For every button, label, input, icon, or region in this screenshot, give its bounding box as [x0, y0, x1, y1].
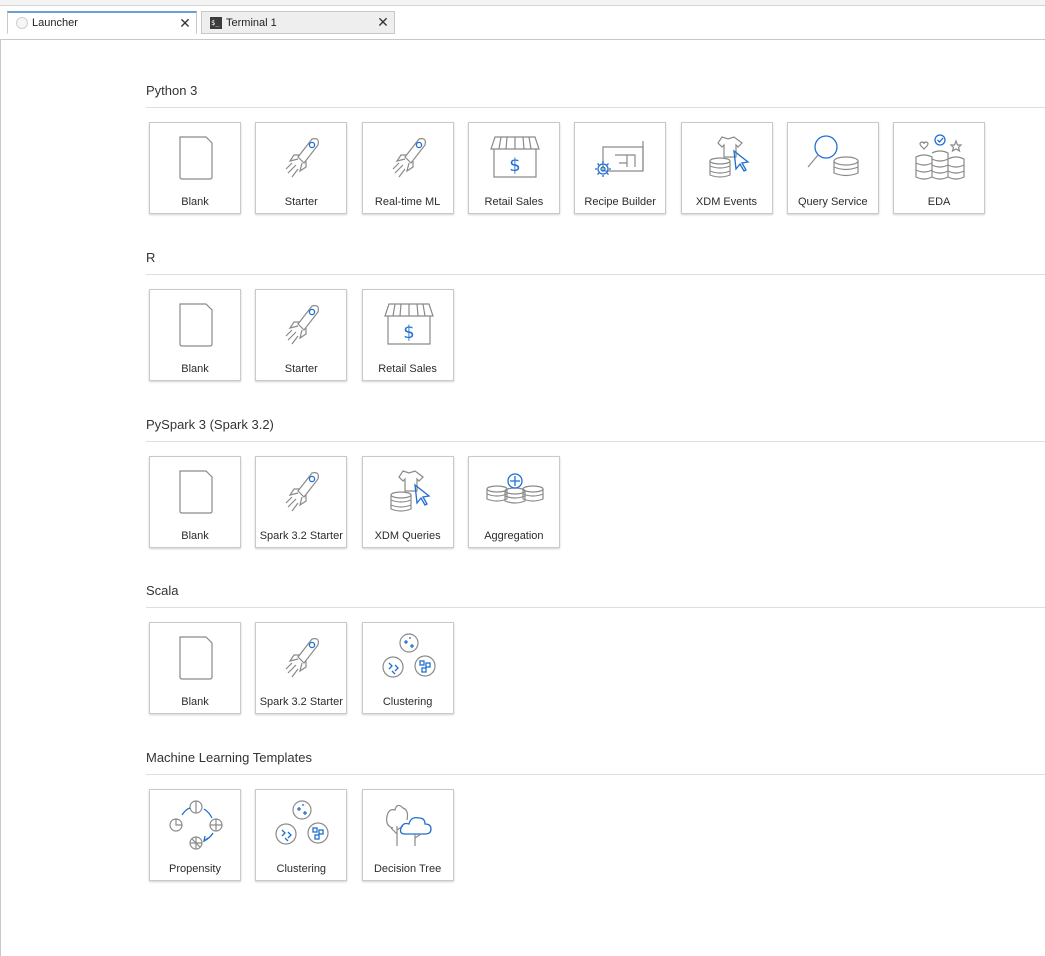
- rocket-icon: [272, 133, 332, 183]
- close-icon[interactable]: ✕: [174, 15, 196, 32]
- card-label: Recipe Builder: [584, 196, 656, 208]
- tab-bar: Launcher ✕ $_ Terminal 1 ✕: [0, 6, 1045, 40]
- rocket-icon: [379, 133, 439, 183]
- magnifier-data-icon: [804, 133, 864, 183]
- launcher-card-retail-sales[interactable]: $ Retail Sales: [467, 122, 560, 214]
- launcher-card-retail-sales[interactable]: $ Retail Sales: [361, 289, 454, 381]
- card-label: Real-time ML: [374, 196, 441, 208]
- section-title: R: [146, 250, 156, 265]
- launcher-section: Python 3 Blank Starter Real-time ML $ Re…: [146, 81, 1045, 221]
- clustering-icon: [272, 800, 332, 850]
- section-divider: [146, 607, 1045, 608]
- card-label: Starter: [284, 363, 318, 375]
- card-label: Clustering: [276, 863, 327, 875]
- svg-text:$: $: [509, 155, 520, 176]
- section-divider: [146, 441, 1045, 442]
- launcher-card-blank[interactable]: Blank: [149, 622, 241, 714]
- launcher-section: Scala Blank Spark 3.2 Starter Clustering: [146, 581, 1045, 721]
- blank-notebook-icon: [166, 467, 226, 517]
- launcher-card-blank[interactable]: Blank: [149, 122, 241, 214]
- coins-check-icon: [910, 133, 970, 183]
- card-label: Blank: [181, 696, 209, 708]
- launcher-card-blank[interactable]: Blank: [149, 456, 241, 548]
- coins-plus-icon: [485, 467, 545, 517]
- rocket-icon: [272, 300, 332, 350]
- card-label: Blank: [181, 196, 209, 208]
- tab-launcher[interactable]: Launcher ✕: [7, 11, 197, 34]
- card-label: Spark 3.2 Starter: [259, 530, 343, 542]
- blank-notebook-icon: [166, 300, 226, 350]
- launcher-icon: [16, 17, 28, 29]
- rocket-icon: [272, 467, 332, 517]
- rocket-icon: [272, 633, 332, 683]
- terminal-icon: $_: [210, 16, 222, 29]
- launcher-section: Machine Learning Templates Propensity Cl…: [146, 748, 1045, 888]
- section-title: PySpark 3 (Spark 3.2): [146, 417, 274, 432]
- launcher-card-xdm-queries[interactable]: XDM Queries: [361, 456, 454, 548]
- close-icon[interactable]: ✕: [372, 14, 394, 31]
- section-divider: [146, 107, 1045, 108]
- launcher-card-eda[interactable]: EDA: [893, 122, 986, 214]
- tab-label: Terminal 1: [226, 16, 277, 29]
- card-label: Query Service: [797, 196, 868, 208]
- launcher-card-clustering[interactable]: Clustering: [255, 789, 348, 881]
- card-label: Retail Sales: [484, 196, 544, 208]
- panel-border: [0, 40, 1, 956]
- card-label: Decision Tree: [373, 863, 442, 875]
- launcher-card-blank[interactable]: Blank: [149, 289, 241, 381]
- card-label: XDM Events: [695, 196, 758, 208]
- section-divider: [146, 774, 1045, 775]
- launcher-card-decision-tree[interactable]: Decision Tree: [361, 789, 454, 881]
- launcher-section: R Blank Starter $ Retail Sales: [146, 248, 1045, 388]
- card-label: Blank: [181, 530, 209, 542]
- tab-terminal-1[interactable]: $_ Terminal 1 ✕: [201, 11, 395, 34]
- blank-notebook-icon: [166, 133, 226, 183]
- tab-label: Launcher: [32, 17, 78, 29]
- launcher-card-real-time-ml[interactable]: Real-time ML: [361, 122, 454, 214]
- storefront-icon: $: [485, 133, 545, 183]
- section-title: Python 3: [146, 83, 198, 98]
- shirt-cursor-icon: [698, 133, 758, 183]
- launcher-card-starter[interactable]: Starter: [255, 122, 348, 214]
- launcher-section: PySpark 3 (Spark 3.2) Blank Spark 3.2 St…: [146, 415, 1045, 555]
- launcher-card-query-service[interactable]: Query Service: [786, 122, 879, 214]
- card-label: Blank: [181, 363, 209, 375]
- svg-text:$: $: [403, 322, 414, 343]
- launcher-card-clustering[interactable]: Clustering: [361, 622, 454, 714]
- launcher-card-starter[interactable]: Starter: [255, 289, 348, 381]
- card-label: Aggregation: [484, 530, 544, 542]
- shirt-cursor-icon: [379, 467, 439, 517]
- card-label: Clustering: [382, 696, 433, 708]
- blueprint-gear-icon: [591, 133, 651, 183]
- launcher-card-spark-3-2-starter[interactable]: Spark 3.2 Starter: [255, 622, 348, 714]
- section-divider: [146, 274, 1045, 275]
- card-label: XDM Queries: [374, 530, 441, 542]
- launcher-card-recipe-builder[interactable]: Recipe Builder: [574, 122, 667, 214]
- cycle-icon: [166, 800, 226, 850]
- tree-cloud-icon: [379, 800, 439, 850]
- card-label: Retail Sales: [378, 363, 437, 375]
- section-title: Scala: [146, 583, 179, 598]
- launcher-card-spark-3-2-starter[interactable]: Spark 3.2 Starter: [255, 456, 348, 548]
- launcher-card-xdm-events[interactable]: XDM Events: [680, 122, 773, 214]
- section-title: Machine Learning Templates: [146, 750, 312, 765]
- launcher-card-aggregation[interactable]: Aggregation: [467, 456, 560, 548]
- clustering-icon: [379, 633, 439, 683]
- card-label: Propensity: [169, 863, 221, 875]
- card-label: EDA: [927, 196, 951, 208]
- card-label: Spark 3.2 Starter: [259, 696, 343, 708]
- blank-notebook-icon: [166, 633, 226, 683]
- card-label: Starter: [284, 196, 318, 208]
- launcher-card-propensity[interactable]: Propensity: [149, 789, 241, 881]
- storefront-icon: $: [379, 300, 439, 350]
